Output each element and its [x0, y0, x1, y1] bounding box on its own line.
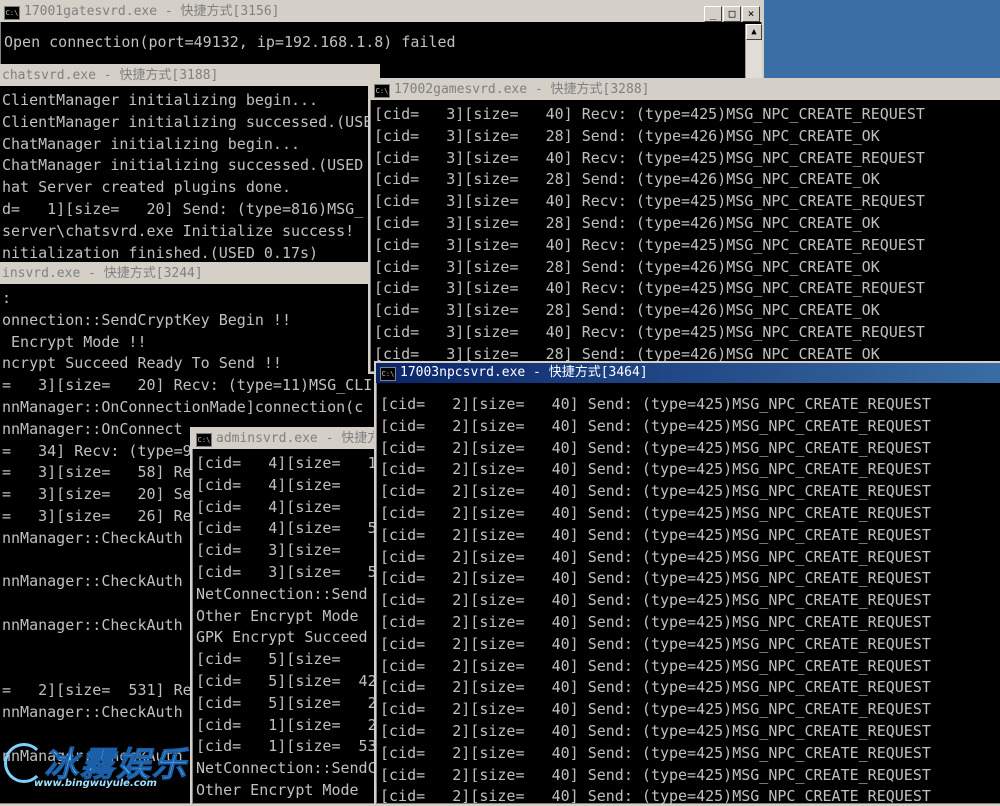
console-line: server\chatsvrd.exe Initialize success!: [2, 221, 355, 240]
adminsvrd-console-window[interactable]: C:\ adminsvrd.exe - 快捷方式 [cid= 4][size= 1…: [190, 427, 390, 806]
console-line: ClientManager initializing successed.(US…: [2, 112, 374, 131]
console-app-icon: C:\: [374, 84, 390, 98]
watermark-ring-icon: [4, 743, 44, 783]
insvrd-title-bar[interactable]: insvrd.exe - 快捷方式[3244]: [0, 264, 378, 284]
console-line: ChatManager initializing successed.(USED: [2, 156, 364, 175]
console-line: [cid= 2][size= 40] Send: (type=425)MSG_N…: [380, 569, 931, 588]
console-line: [cid= 3][size= 28] Send: (type=426)MSG_N…: [374, 126, 880, 145]
console-line: hat Server created plugins done.: [2, 178, 291, 197]
console-line: [cid= 2][size= 40] Send: (type=425)MSG_N…: [380, 656, 931, 675]
maximize-button[interactable]: □: [723, 6, 741, 22]
console-line: [cid= 1][size= 2: [196, 715, 377, 734]
console-line: [cid= 1][size= 53: [196, 737, 377, 756]
console-line: [cid= 3][size= 40] Recv: (type=425)MSG_N…: [374, 148, 925, 167]
window-controls: _ □ ×: [703, 4, 760, 22]
console-line: [cid= 2][size= 40] Send: (type=425)MSG_N…: [380, 525, 931, 544]
console-output: [cid= 2][size= 40] Send: (type=425)MSG_N…: [380, 394, 1000, 804]
npcsvrd-console-window[interactable]: C:\ 17003npcsvrd.exe - 快捷方式[3464] [cid= 2…: [374, 361, 1000, 806]
console-line: GPK Encrypt Succeed: [196, 628, 368, 647]
console-line: [cid= 2][size= 40] Send: (type=425)MSG_N…: [380, 395, 931, 413]
console-line: [cid= 3][size= 40] Recv: (type=425)MSG_N…: [374, 105, 925, 123]
console-line: [cid= 2][size= 40] Send: (type=425)MSG_N…: [380, 700, 931, 719]
console-line: [cid= 2][size= 40] Send: (type=425)MSG_N…: [380, 612, 931, 631]
console-line: NetConnection::Send: [196, 584, 368, 603]
window-title: 17001gatesvrd.exe - 快捷方式[3156]: [24, 4, 280, 19]
gatesvrd-title-bar[interactable]: C:\ 17001gatesvrd.exe - 快捷方式[3156] _ □ ×: [0, 2, 762, 22]
console-line: Other Encrypt Mode: [196, 606, 359, 625]
chatsvrd-console-window[interactable]: chatsvrd.exe - 快捷方式[3188] ClientManager …: [0, 64, 380, 276]
console-output: [cid= 3][size= 40] Recv: (type=425)MSG_N…: [374, 104, 1000, 372]
console-line: ncrypt Succeed Ready To Send !!: [2, 354, 282, 373]
console-line: [cid= 3][size= 5: [196, 562, 377, 581]
console-line: [cid= 2][size= 40] Send: (type=425)MSG_N…: [380, 438, 931, 457]
window-title: 17003npcsvrd.exe - 快捷方式[3464]: [400, 365, 648, 380]
scroll-up-button[interactable]: ▲: [746, 24, 762, 40]
console-line: [cid= 2][size= 40] Send: (type=425)MSG_N…: [380, 678, 931, 697]
console-line: [cid= 2][size= 40] Send: (type=425)MSG_N…: [380, 721, 931, 740]
console-line: [cid= 3][size= 28] Send: (type=426)MSG_N…: [374, 170, 880, 189]
console-line: [cid= 3][size= 28] Send: (type=426)MSG_N…: [374, 301, 880, 320]
console-output: [cid= 4][size= 1 [cid= 4][size= [cid= 4][s…: [196, 453, 384, 804]
console-line: [cid= 2][size= 40] Send: (type=425)MSG_N…: [380, 416, 931, 435]
console-line: [cid= 2][size= 40] Send: (type=425)MSG_N…: [380, 765, 931, 784]
console-line: Other Encrypt Mode: [196, 780, 359, 799]
close-button[interactable]: ×: [742, 6, 760, 22]
console-line: = 3][size= 20] Recv: (type=11)MSG_CLI: [2, 376, 373, 395]
console-line: [cid= 2][size= 40] Send: (type=425)MSG_N…: [380, 634, 931, 653]
chatsvrd-title-bar[interactable]: chatsvrd.exe - 快捷方式[3188]: [0, 66, 378, 86]
console-line: [cid= 4][size= 1: [196, 454, 377, 472]
window-title: 17002gamesvrd.exe - 快捷方式[3288]: [394, 82, 650, 97]
console-line: [cid= 2][size= 40] Send: (type=425)MSG_N…: [380, 482, 931, 501]
console-line: [cid= 3][size= 28] Send: (type=426)MSG_N…: [374, 257, 880, 276]
minimize-button[interactable]: _: [704, 6, 722, 22]
console-line: Encrypt Mode !!: [2, 332, 147, 351]
console-line: ChatManager initializing begin...: [2, 134, 301, 153]
adminsvrd-title-bar[interactable]: C:\ adminsvrd.exe - 快捷方式: [192, 429, 388, 449]
console-line: [cid= 3][size= 28] Send: (type=426)MSG_N…: [374, 213, 880, 232]
console-line: ClientManager initializing begin...: [2, 91, 319, 109]
gamesvrd-title-bar[interactable]: C:\ 17002gamesvrd.exe - 快捷方式[3288]: [370, 80, 1000, 100]
console-app-icon: C:\: [4, 6, 20, 20]
console-app-icon: C:\: [380, 367, 396, 381]
console-line: [cid= 2][size= 40] Send: (type=425)MSG_N…: [380, 460, 931, 479]
console-line: onnection::SendCryptKey Begin !!: [2, 310, 291, 329]
console-line: nnManager::OnConnectionMade]connection(c: [2, 397, 364, 416]
console-line: [cid= 2][size= 40] Send: (type=425)MSG_N…: [380, 547, 931, 566]
watermark-logo: 冰霧娱乐 www.bingwuyule.com: [4, 735, 204, 795]
console-line: :: [2, 289, 12, 307]
console-line: [cid= 4][size=: [196, 475, 341, 494]
window-title: chatsvrd.exe - 快捷方式[3188]: [2, 68, 219, 83]
console-line: [cid= 3][size= 40] Recv: (type=425)MSG_N…: [374, 192, 925, 211]
console-line: [cid= 4][size=: [196, 497, 341, 516]
console-line: [cid= 5][size=: [196, 650, 341, 669]
console-output: ClientManager initializing begin... Clien…: [2, 90, 374, 274]
console-line: [cid= 2][size= 40] Send: (type=425)MSG_N…: [380, 591, 931, 610]
console-line: [cid= 3][size=: [196, 541, 341, 560]
console-line: [cid= 2][size= 40] Send: (type=425)MSG_N…: [380, 787, 931, 804]
window-title: adminsvrd.exe - 快捷方式: [216, 431, 388, 446]
console-line: [cid= 2][size= 40] Send: (type=425)MSG_N…: [380, 743, 931, 762]
console-line: [cid= 3][size= 40] Recv: (type=425)MSG_N…: [374, 322, 925, 341]
npcsvrd-title-bar[interactable]: C:\ 17003npcsvrd.exe - 快捷方式[3464]: [376, 363, 1000, 383]
console-line: [cid= 4][size= 5: [196, 519, 377, 538]
console-line: [cid= 3][size= 40] Recv: (type=425)MSG_N…: [374, 235, 925, 254]
console-line: [cid= 2][size= 40] Send: (type=425)MSG_N…: [380, 503, 931, 522]
console-app-icon: C:\: [196, 433, 212, 447]
console-line: NetConnection::SendC: [196, 759, 377, 778]
console-line: [cid= 5][size= 42: [196, 671, 377, 690]
console-line: d= 1][size= 20] Send: (type=816)MSG_: [2, 199, 364, 218]
window-title: insvrd.exe - 快捷方式[3244]: [2, 266, 203, 281]
console-line: [cid= 3][size= 40] Recv: (type=425)MSG_N…: [374, 279, 925, 298]
console-line: Open connection(port=49132, ip=192.168.1…: [4, 33, 456, 51]
watermark-url: www.bingwuyule.com: [34, 778, 157, 789]
gamesvrd-console-window[interactable]: C:\ 17002gamesvrd.exe - 快捷方式[3288] [cid= …: [368, 78, 1000, 374]
console-line: [cid= 5][size= 2: [196, 693, 377, 712]
